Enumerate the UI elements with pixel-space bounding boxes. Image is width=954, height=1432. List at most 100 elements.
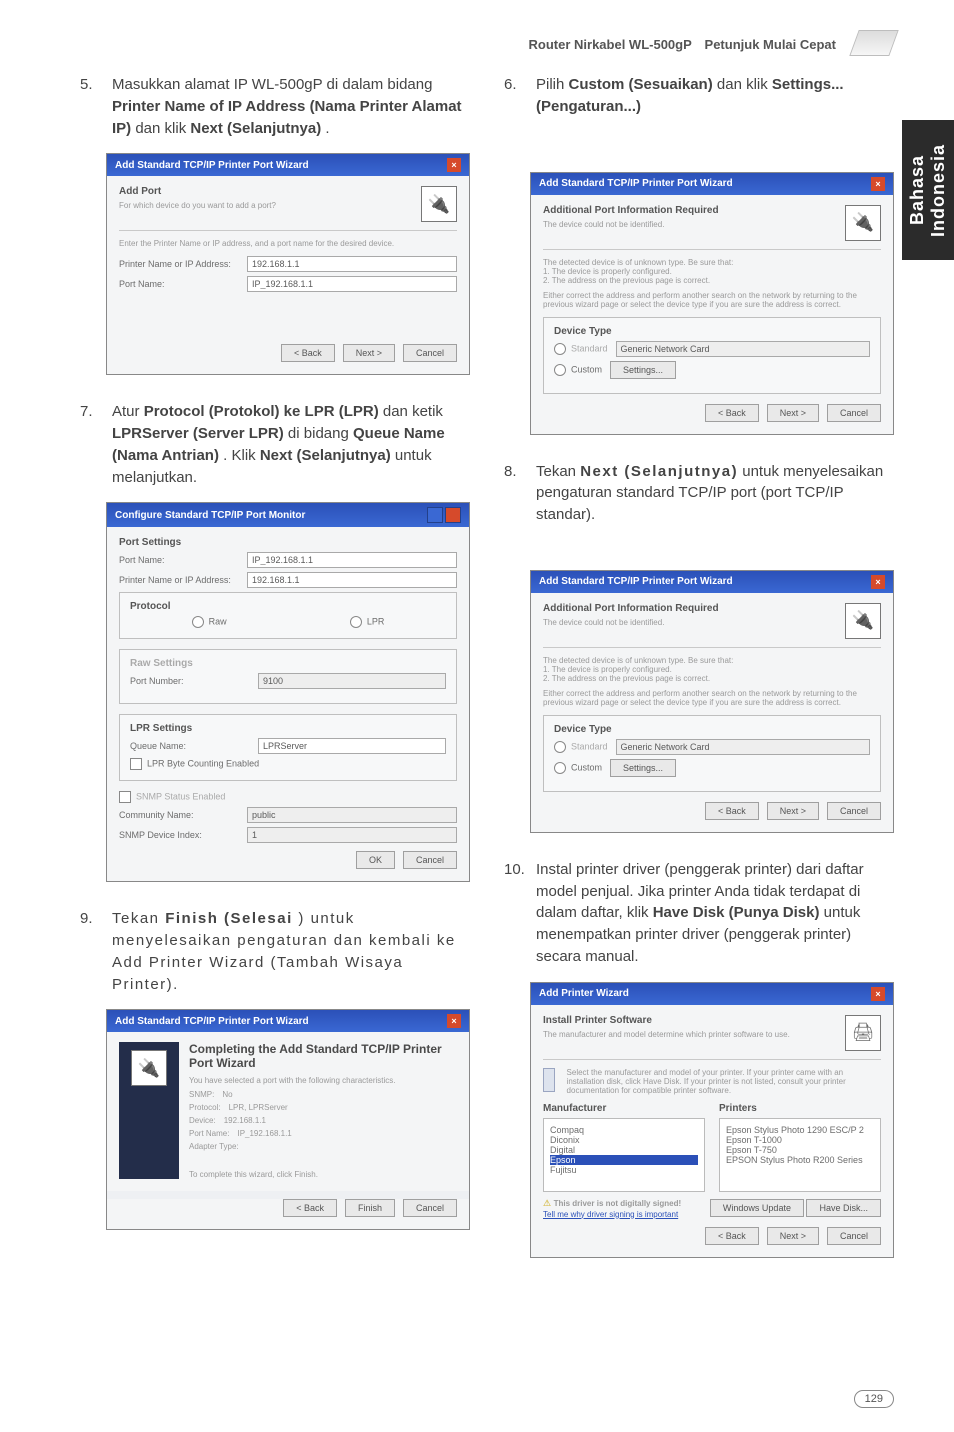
ok-button[interactable]: OK (356, 851, 395, 869)
list-item[interactable]: Fujitsu (550, 1165, 698, 1175)
radio-raw[interactable]: Raw (192, 616, 227, 628)
windows-update-button[interactable]: Windows Update (710, 1199, 804, 1217)
close-icon[interactable]: × (447, 1014, 461, 1028)
back-button[interactable]: < Back (283, 1199, 337, 1217)
panel-subheading: For which device do you want to add a po… (119, 201, 457, 210)
radio-custom[interactable]: Custom (554, 762, 602, 774)
back-button[interactable]: < Back (705, 404, 759, 422)
settings-button[interactable]: Settings... (610, 759, 676, 777)
screenshot-step5: Add Standard TCP/IP Printer Port Wizard … (106, 153, 470, 375)
raw-settings-heading: Raw Settings (130, 658, 446, 669)
next-button[interactable]: Next > (767, 1227, 819, 1245)
list-item[interactable]: Compaq (550, 1125, 698, 1135)
summary-list: SNMP: No Protocol: LPR, LPRServer Device… (189, 1089, 457, 1152)
label-port-name: Port Name: (119, 279, 239, 289)
step-5: 5. Masukkan alamat IP WL-500gP di dalam … (80, 74, 470, 139)
warning-icon: ⚠ (543, 1198, 551, 1208)
cancel-button[interactable]: Cancel (403, 851, 457, 869)
radio-standard[interactable]: Standard (554, 343, 608, 355)
input-snmp-index (247, 827, 457, 843)
col-manufacturer: Manufacturer (543, 1103, 705, 1114)
checkbox-snmp-status[interactable]: SNMP Status Enabled (119, 791, 457, 803)
cancel-button[interactable]: Cancel (403, 344, 457, 362)
radio-lpr[interactable]: LPR (350, 616, 385, 628)
printer-port-icon: 🔌 (131, 1050, 167, 1086)
input-port-name[interactable] (247, 276, 457, 292)
step-10: 10. Instal printer driver (penggerak pri… (504, 859, 894, 968)
language-tab-line2: Indonesia (928, 144, 948, 237)
cancel-button[interactable]: Cancel (403, 1199, 457, 1217)
list-item[interactable]: Epson T-750 (726, 1145, 874, 1155)
panel-li2: 2. The address on the previous page is c… (543, 276, 881, 285)
screenshot-step6: Add Standard TCP/IP Printer Port Wizard … (530, 172, 894, 435)
list-item[interactable]: EPSON Stylus Photo R200 Series (726, 1155, 874, 1165)
cancel-button[interactable]: Cancel (827, 404, 881, 422)
disk-icon (543, 1068, 555, 1092)
next-button[interactable]: Next > (767, 404, 819, 422)
panel-desc: Enter the Printer Name or IP address, an… (119, 239, 457, 248)
list-printers[interactable]: Epson Stylus Photo 1290 ESC/P 2 Epson T-… (719, 1118, 881, 1192)
dialog-title: Add Standard TCP/IP Printer Port Wizard (115, 160, 309, 171)
screenshot-step7: Configure Standard TCP/IP Port Monitor P… (106, 502, 470, 882)
next-button[interactable]: Next > (343, 344, 395, 362)
back-button[interactable]: < Back (281, 344, 335, 362)
cancel-button[interactable]: Cancel (827, 1227, 881, 1245)
input-printer-ip[interactable] (247, 256, 457, 272)
tab-port-settings[interactable]: Port Settings (119, 537, 457, 548)
language-tab: Bahasa Indonesia (902, 120, 954, 260)
back-button[interactable]: < Back (705, 802, 759, 820)
step-6-text: Pilih Custom (Sesuaikan) dan klik Settin… (536, 74, 894, 118)
panel-subheading: The manufacturer and model determine whi… (543, 1030, 881, 1039)
list-manufacturer[interactable]: Compaq Diconix Digital Epson Fujitsu (543, 1118, 705, 1192)
settings-button[interactable]: Settings... (610, 361, 676, 379)
printer-icon: 🖨 (845, 1015, 881, 1051)
panel-desc1: The detected device is of unknown type. … (543, 258, 881, 267)
back-button[interactable]: < Back (705, 1227, 759, 1245)
dialog-title: Add Standard TCP/IP Printer Port Wizard (115, 1016, 309, 1027)
input-port-name[interactable] (247, 552, 457, 568)
label-port-name: Port Name: (119, 555, 239, 565)
label-raw-port: Port Number: (130, 676, 250, 686)
have-disk-button[interactable]: Have Disk... (806, 1199, 881, 1217)
close-icon[interactable]: × (871, 177, 885, 191)
page-number: 129 (854, 1390, 894, 1408)
label-queue-name: Queue Name: (130, 741, 250, 751)
wizard-complete-heading: Completing the Add Standard TCP/IP Print… (189, 1042, 457, 1070)
input-printer-ip[interactable] (247, 572, 457, 588)
next-button[interactable]: Next > (767, 802, 819, 820)
close-icon[interactable]: × (447, 158, 461, 172)
panel-li1: 1. The device is properly configured. (543, 665, 881, 674)
list-item[interactable]: Epson Stylus Photo 1290 ESC/P 2 (726, 1125, 874, 1135)
step-8: 8. Tekan Next (Selanjutnya) untuk menyel… (504, 461, 894, 526)
close-icon[interactable]: × (871, 987, 885, 1001)
step-9-text: Tekan Finish (Selesai ) untuk menyelesai… (112, 908, 470, 995)
step-9-number: 9. (80, 908, 102, 995)
link-driver-signing[interactable]: Tell me why driver signing is important (543, 1210, 678, 1219)
printer-port-icon: 🔌 (845, 603, 881, 639)
dialog-title: Add Standard TCP/IP Printer Port Wizard (539, 576, 733, 587)
label-community-name: Community Name: (119, 810, 239, 820)
list-item[interactable]: Diconix (550, 1135, 698, 1145)
panel-desc: Select the manufacturer and model of you… (567, 1068, 881, 1095)
step-8-text: Tekan Next (Selanjutnya) untuk menyelesa… (536, 461, 894, 526)
panel-subheading: The device could not be identified. (543, 220, 881, 229)
window-controls-icon[interactable] (427, 507, 461, 523)
finish-button[interactable]: Finish (345, 1199, 395, 1217)
step-10-text: Instal printer driver (penggerak printer… (536, 859, 894, 968)
radio-custom[interactable]: Custom (554, 364, 602, 376)
list-item-selected[interactable]: Epson (550, 1155, 698, 1165)
list-item[interactable]: Epson T-1000 (726, 1135, 874, 1145)
dialog-title: Configure Standard TCP/IP Port Monitor (115, 510, 305, 521)
cancel-button[interactable]: Cancel (827, 802, 881, 820)
label-printer-ip: Printer Name or IP Address: (119, 259, 239, 269)
list-item[interactable]: Digital (550, 1145, 698, 1155)
input-queue-name[interactable] (258, 738, 446, 754)
checkbox-lpr-byte-counting[interactable]: LPR Byte Counting Enabled (130, 758, 446, 770)
language-tab-line1: Bahasa (907, 155, 927, 225)
close-icon[interactable]: × (871, 575, 885, 589)
printer-port-icon: 🔌 (421, 186, 457, 222)
select-standard-card (616, 341, 870, 357)
radio-standard[interactable]: Standard (554, 741, 608, 753)
screenshot-step8: Add Standard TCP/IP Printer Port Wizard … (530, 570, 894, 833)
screenshot-step9: Add Standard TCP/IP Printer Port Wizard … (106, 1009, 470, 1230)
